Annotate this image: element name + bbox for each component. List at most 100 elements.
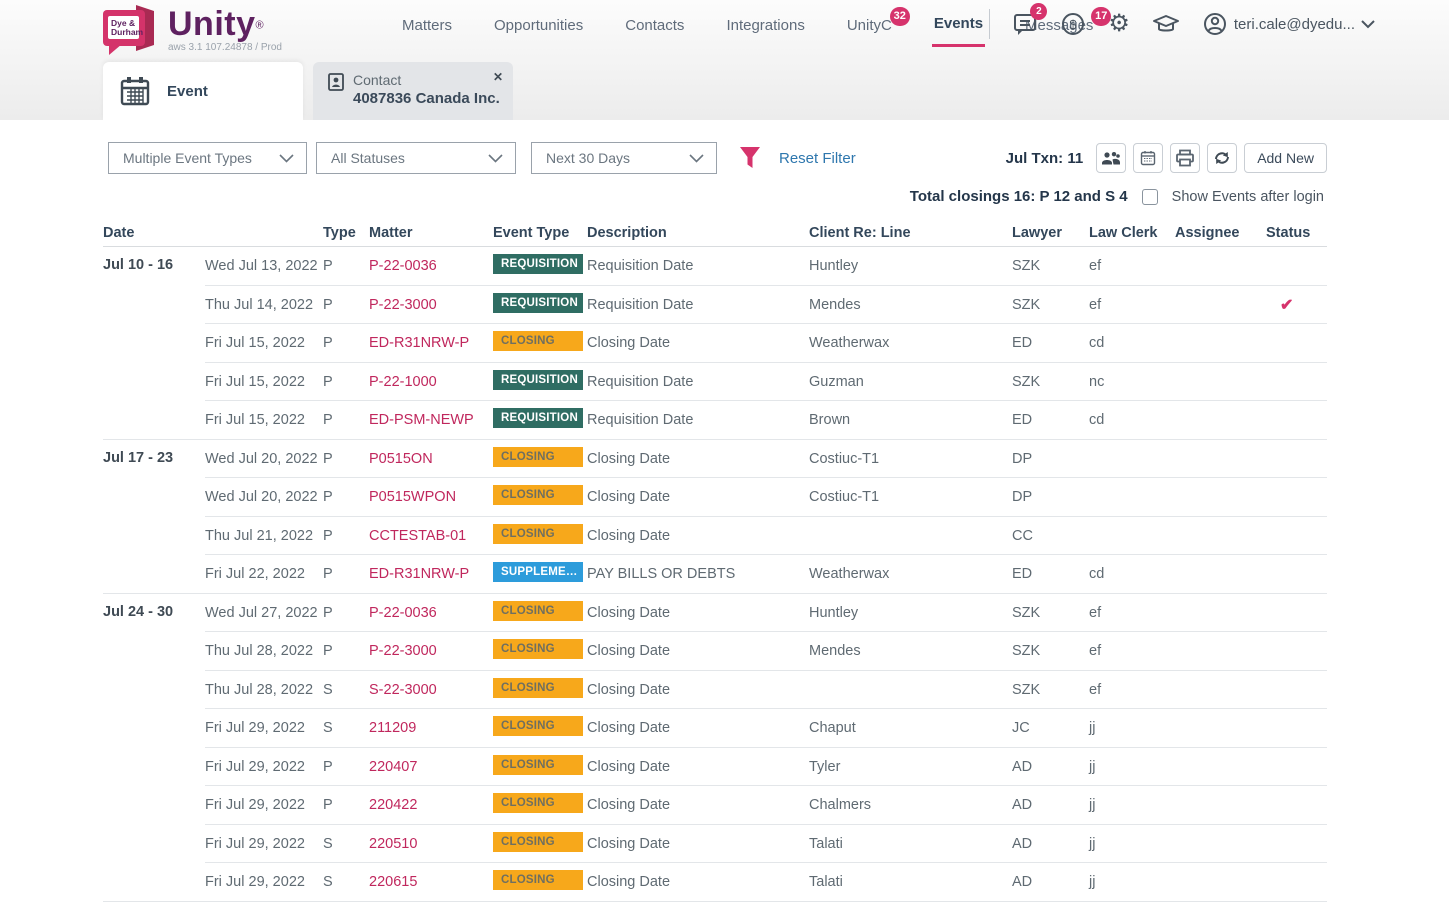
status-check-icon: ✔	[1266, 295, 1327, 315]
statuses-select[interactable]: All Statuses	[316, 142, 516, 174]
matter-link[interactable]: 220422	[369, 797, 417, 813]
billing-icon[interactable]: $	[1060, 11, 1086, 37]
nav-item-integrations[interactable]: Integrations	[724, 3, 806, 46]
event-type-flag: P	[323, 374, 369, 390]
table-row[interactable]: Fri Jul 15, 2022PED-PSM-NEWPREQUISITIONR…	[103, 401, 1327, 440]
event-type-badge-cell: CLOSING	[493, 601, 587, 625]
event-type-badge-cell: SUPPLEME…	[493, 562, 587, 586]
table-row[interactable]: Fri Jul 15, 2022PP-22-1000REQUISITIONReq…	[103, 363, 1327, 402]
week-group-label: Jul 17 - 23	[103, 440, 205, 466]
table-row[interactable]: Jul 10 - 16Wed Jul 13, 2022PP-22-0036REQ…	[103, 247, 1327, 286]
user-menu[interactable]: teri.cale@dyedu...	[1202, 11, 1375, 37]
content-panel: Multiple Event Types All Statuses Next 3…	[0, 120, 1449, 906]
lawyer-initials: AD	[1012, 759, 1089, 775]
matter-cell: ED-R31NRW-P	[369, 335, 493, 351]
table-row[interactable]: Fri Jul 29, 2022S220510CLOSINGClosing Da…	[103, 825, 1327, 864]
matter-link[interactable]: S-22-3000	[369, 682, 437, 698]
nav-item-matters[interactable]: Matters	[400, 3, 454, 46]
app-logo[interactable]: Dye & Durham Unity® aws 3.1 107.24878 / …	[100, 4, 282, 56]
event-type-badge-cell: REQUISITION	[493, 293, 587, 317]
matter-cell: P0515ON	[369, 451, 493, 467]
matter-link[interactable]: P0515WPON	[369, 489, 456, 505]
week-group-label	[103, 478, 205, 488]
table-row[interactable]: Fri Jul 29, 2022P220407CLOSINGClosing Da…	[103, 748, 1327, 787]
event-type-flag: P	[323, 605, 369, 621]
table-row[interactable]: Thu Jul 14, 2022PP-22-3000REQUISITIONReq…	[103, 286, 1327, 325]
matter-link[interactable]: ED-R31NRW-P	[369, 335, 469, 351]
event-types-value: Multiple Event Types	[123, 150, 252, 166]
matter-link[interactable]: P-22-3000	[369, 643, 437, 659]
user-avatar-icon	[1202, 11, 1228, 37]
week-group-label	[103, 324, 205, 334]
filter-funnel-icon[interactable]	[739, 146, 761, 170]
event-date: Fri Jul 29, 2022	[205, 720, 323, 736]
table-row[interactable]: Jul 17 - 23Wed Jul 20, 2022PP0515ONCLOSI…	[103, 440, 1327, 479]
event-type-badge-cell: REQUISITION	[493, 408, 587, 432]
training-graduation-icon[interactable]	[1152, 12, 1180, 36]
tab-event[interactable]: Event	[103, 62, 303, 120]
event-type-flag: P	[323, 335, 369, 351]
table-row[interactable]: Fri Jul 29, 2022S220615CLOSINGClosing Da…	[103, 863, 1327, 902]
matter-link[interactable]: 211209	[369, 720, 416, 736]
lawyer-initials: DP	[1012, 451, 1089, 467]
nav-item-events[interactable]: Events	[932, 1, 985, 47]
matter-link[interactable]: P-22-3000	[369, 297, 437, 313]
tab-event-label: Event	[167, 83, 208, 100]
event-type-badge: CLOSING	[493, 485, 583, 505]
event-date: Wed Jul 20, 2022	[205, 451, 323, 467]
table-row[interactable]: Fri Jul 29, 2022S211209CLOSINGClosing Da…	[103, 709, 1327, 748]
matter-link[interactable]: ED-R31NRW-P	[369, 566, 469, 582]
law-clerk-initials: ef	[1089, 258, 1175, 274]
matter-cell: 211209	[369, 720, 493, 736]
refresh-icon	[1213, 150, 1231, 166]
table-row[interactable]: Jul 24 - 30Wed Jul 27, 2022PP-22-0036CLO…	[103, 594, 1327, 633]
attendees-button[interactable]	[1096, 143, 1126, 173]
date-range-select[interactable]: Next 30 Days	[531, 142, 717, 174]
event-type-badge: CLOSING	[493, 524, 583, 544]
matter-link[interactable]: 220407	[369, 759, 417, 775]
event-type-flag: S	[323, 682, 369, 698]
matter-link[interactable]: P-22-1000	[369, 374, 437, 390]
column-header-client-re-line: Client Re: Line	[809, 225, 1012, 241]
matter-link[interactable]: P0515ON	[369, 451, 433, 467]
event-types-select[interactable]: Multiple Event Types	[108, 142, 307, 174]
table-row[interactable]: Fri Jul 29, 2022P220422CLOSINGClosing Da…	[103, 786, 1327, 825]
dye-durham-logo-icon: Dye & Durham	[100, 4, 160, 56]
matter-link[interactable]: CCTESTAB-01	[369, 528, 466, 544]
column-header-event-type: Event Type	[493, 225, 587, 241]
chevron-down-icon	[689, 154, 704, 163]
settings-gear-icon[interactable]: ⚙	[1108, 12, 1130, 36]
table-row[interactable]: Fri Jul 15, 2022PED-R31NRW-PCLOSINGClosi…	[103, 324, 1327, 363]
event-date: Fri Jul 29, 2022	[205, 759, 323, 775]
print-button[interactable]	[1170, 143, 1200, 173]
event-type-badge-cell: CLOSING	[493, 678, 587, 702]
client-re-line: Mendes	[809, 297, 1012, 313]
reset-filter-link[interactable]: Reset Filter	[779, 150, 856, 167]
tab-contact[interactable]: Contact 4087836 Canada Inc. ✕	[313, 62, 513, 120]
matter-link[interactable]: P-22-0036	[369, 258, 437, 274]
nav-item-contacts[interactable]: Contacts	[623, 3, 686, 46]
event-type-flag: P	[323, 412, 369, 428]
event-type-badge: CLOSING	[493, 331, 583, 351]
table-row[interactable]: Thu Jul 21, 2022PCCTESTAB-01CLOSINGClosi…	[103, 517, 1327, 556]
chat-icon[interactable]: 2	[1012, 11, 1038, 37]
matter-cell: P-22-1000	[369, 374, 493, 390]
matter-link[interactable]: ED-PSM-NEWP	[369, 412, 474, 428]
show-events-checkbox[interactable]	[1142, 189, 1158, 205]
table-row[interactable]: Thu Jul 28, 2022PP-22-3000CLOSINGClosing…	[103, 632, 1327, 671]
matter-link[interactable]: 220510	[369, 836, 417, 852]
matter-link[interactable]: P-22-0036	[369, 605, 437, 621]
table-row[interactable]: Thu Jul 28, 2022SS-22-3000CLOSINGClosing…	[103, 671, 1327, 710]
table-row[interactable]: Fri Jul 22, 2022PED-R31NRW-PSUPPLEME…PAY…	[103, 555, 1327, 594]
nav-item-unityc[interactable]: UnityC32	[845, 3, 894, 46]
table-row[interactable]: Wed Jul 20, 2022PP0515WPONCLOSINGClosing…	[103, 478, 1327, 517]
calendar-view-button[interactable]	[1133, 143, 1163, 173]
lawyer-initials: CC	[1012, 528, 1089, 544]
tab-contact-name: 4087836 Canada Inc.	[353, 90, 500, 107]
matter-link[interactable]: 220615	[369, 874, 417, 890]
add-new-button[interactable]: Add New	[1244, 143, 1327, 173]
nav-item-opportunities[interactable]: Opportunities	[492, 3, 585, 46]
refresh-button[interactable]	[1207, 143, 1237, 173]
close-icon[interactable]: ✕	[493, 70, 503, 84]
law-clerk-initials: ef	[1089, 605, 1175, 621]
